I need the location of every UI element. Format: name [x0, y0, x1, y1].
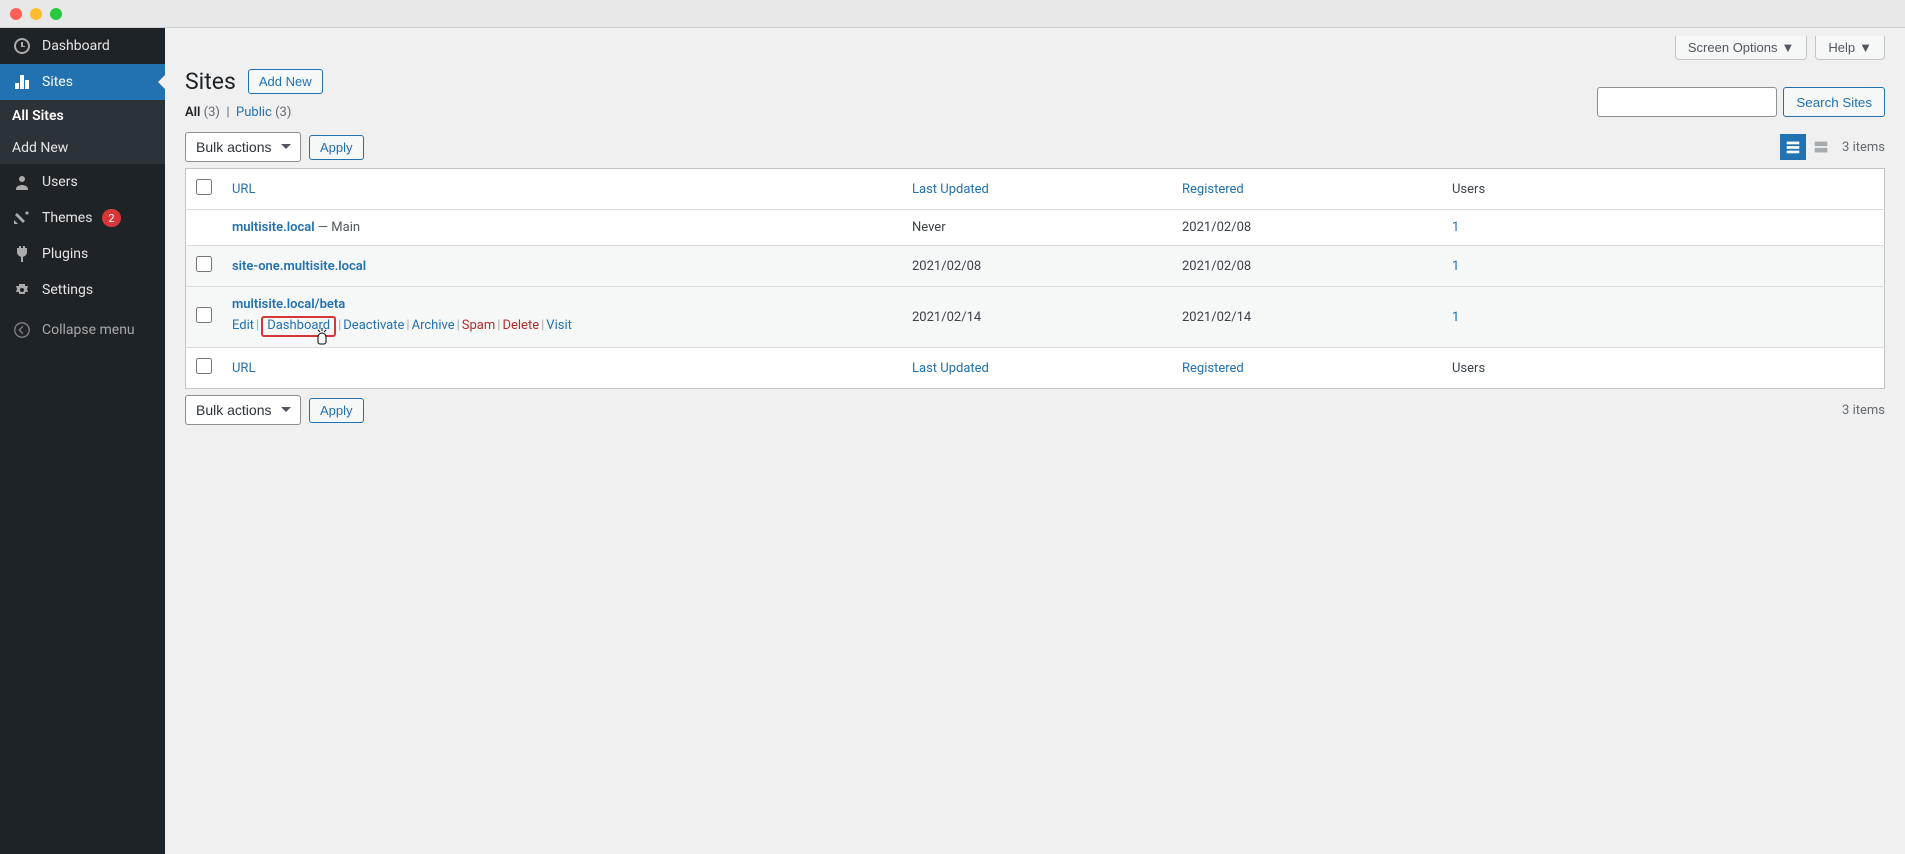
- sidebar-item-settings[interactable]: Settings: [0, 272, 165, 308]
- cell-registered: 2021/02/08: [1172, 246, 1442, 287]
- column-last-updated-footer[interactable]: Last Updated: [912, 361, 989, 376]
- add-new-button[interactable]: Add New: [248, 69, 323, 94]
- sidebar-label: Settings: [42, 282, 93, 298]
- sites-icon: [12, 72, 32, 92]
- sidebar-label: Themes: [42, 210, 92, 226]
- main-content: Screen Options ▼ Help ▼ Sites Add New Al…: [165, 28, 1905, 854]
- sidebar-item-sites[interactable]: Sites: [0, 64, 165, 100]
- row-checkbox[interactable]: [196, 256, 212, 272]
- sidebar-label: Sites: [42, 74, 73, 90]
- select-all-checkbox-bottom[interactable]: [196, 358, 212, 374]
- cell-users-link[interactable]: 1: [1452, 310, 1459, 325]
- sidebar-subitem-all-sites[interactable]: All Sites: [0, 100, 165, 132]
- page-title: Sites: [185, 68, 236, 95]
- cell-registered: 2021/02/14: [1172, 287, 1442, 348]
- table-row: multisite.local — Main Never 2021/02/08 …: [186, 210, 1885, 246]
- column-registered-footer[interactable]: Registered: [1182, 361, 1244, 376]
- bulk-actions-select-bottom[interactable]: Bulk actions: [185, 395, 301, 425]
- column-users-footer: Users: [1442, 348, 1885, 389]
- sidebar-submenu-sites: All Sites Add New: [0, 100, 165, 164]
- cell-last-updated: Never: [902, 210, 1172, 246]
- maximize-window-button[interactable]: [50, 8, 62, 20]
- view-excerpt-button[interactable]: [1808, 134, 1834, 160]
- help-button[interactable]: Help ▼: [1815, 36, 1885, 60]
- column-registered[interactable]: Registered: [1182, 182, 1244, 197]
- chevron-down-icon: ▼: [1782, 40, 1795, 55]
- site-url-link[interactable]: multisite.local/beta: [232, 297, 345, 312]
- search-input[interactable]: [1597, 87, 1777, 117]
- site-url-link[interactable]: site-one.multisite.local: [232, 259, 366, 274]
- cell-last-updated: 2021/02/14: [902, 287, 1172, 348]
- settings-icon: [12, 280, 32, 300]
- row-action-spam[interactable]: Spam: [462, 318, 496, 333]
- collapse-menu-button[interactable]: Collapse menu: [0, 312, 165, 348]
- bulk-actions-select-top[interactable]: Bulk actions: [185, 132, 301, 162]
- sidebar-label: Dashboard: [42, 38, 110, 54]
- filter-links: All (3) | Public (3): [185, 105, 291, 120]
- collapse-icon: [12, 320, 32, 340]
- screen-options-label: Screen Options: [1688, 40, 1778, 55]
- themes-icon: [12, 208, 32, 228]
- column-url-footer[interactable]: URL: [232, 361, 255, 376]
- chevron-down-icon: ▼: [1859, 40, 1872, 55]
- row-action-delete[interactable]: Delete: [502, 318, 539, 333]
- search-sites-button[interactable]: Search Sites: [1783, 87, 1885, 117]
- cursor-icon: [315, 328, 329, 350]
- screen-options-button[interactable]: Screen Options ▼: [1675, 36, 1807, 60]
- select-all-checkbox-top[interactable]: [196, 179, 212, 195]
- cell-registered: 2021/02/08: [1172, 210, 1442, 246]
- items-count-top: 3 items: [1842, 140, 1885, 155]
- cell-last-updated: 2021/02/08: [902, 246, 1172, 287]
- row-action-visit[interactable]: Visit: [546, 318, 572, 333]
- minimize-window-button[interactable]: [30, 8, 42, 20]
- themes-update-badge: 2: [102, 209, 120, 227]
- highlight-annotation: Dashboard: [261, 316, 336, 337]
- users-icon: [12, 172, 32, 192]
- sidebar-label: Users: [42, 174, 78, 190]
- column-url[interactable]: URL: [232, 182, 255, 197]
- sidebar-subitem-add-new[interactable]: Add New: [0, 132, 165, 164]
- row-action-deactivate[interactable]: Deactivate: [343, 318, 404, 333]
- items-count-bottom: 3 items: [1842, 403, 1885, 418]
- collapse-label: Collapse menu: [42, 322, 135, 338]
- window-titlebar: [0, 0, 1905, 28]
- view-list-button[interactable]: [1780, 134, 1806, 160]
- table-row: multisite.local/beta Edit|Dashboard |Dea…: [186, 287, 1885, 348]
- sidebar-item-dashboard[interactable]: Dashboard: [0, 28, 165, 64]
- close-window-button[interactable]: [10, 8, 22, 20]
- filter-all[interactable]: All: [185, 105, 200, 120]
- sidebar-item-plugins[interactable]: Plugins: [0, 236, 165, 272]
- cell-users-link[interactable]: 1: [1452, 259, 1459, 274]
- row-action-edit[interactable]: Edit: [232, 318, 254, 333]
- row-checkbox[interactable]: [196, 307, 212, 323]
- main-site-tag: — Main: [315, 220, 360, 235]
- table-row: site-one.multisite.local 2021/02/08 2021…: [186, 246, 1885, 287]
- bulk-apply-button-bottom[interactable]: Apply: [309, 398, 364, 423]
- sidebar-item-users[interactable]: Users: [0, 164, 165, 200]
- help-label: Help: [1828, 40, 1855, 55]
- sidebar-label: Plugins: [42, 246, 88, 262]
- dashboard-icon: [12, 36, 32, 56]
- plugins-icon: [12, 244, 32, 264]
- column-users: Users: [1442, 169, 1885, 210]
- admin-sidebar: Dashboard Sites All Sites Add New Users …: [0, 28, 165, 854]
- cell-users-link[interactable]: 1: [1452, 220, 1459, 235]
- sites-table: URL Last Updated Registered Users multis…: [185, 168, 1885, 389]
- column-last-updated[interactable]: Last Updated: [912, 182, 989, 197]
- site-url-link[interactable]: multisite.local: [232, 220, 315, 235]
- row-action-archive[interactable]: Archive: [412, 318, 455, 333]
- sidebar-item-themes[interactable]: Themes 2: [0, 200, 165, 236]
- row-actions: Edit|Dashboard |Deactivate|Archive|Spam|…: [232, 316, 892, 337]
- filter-public[interactable]: Public: [236, 105, 272, 120]
- bulk-apply-button-top[interactable]: Apply: [309, 135, 364, 160]
